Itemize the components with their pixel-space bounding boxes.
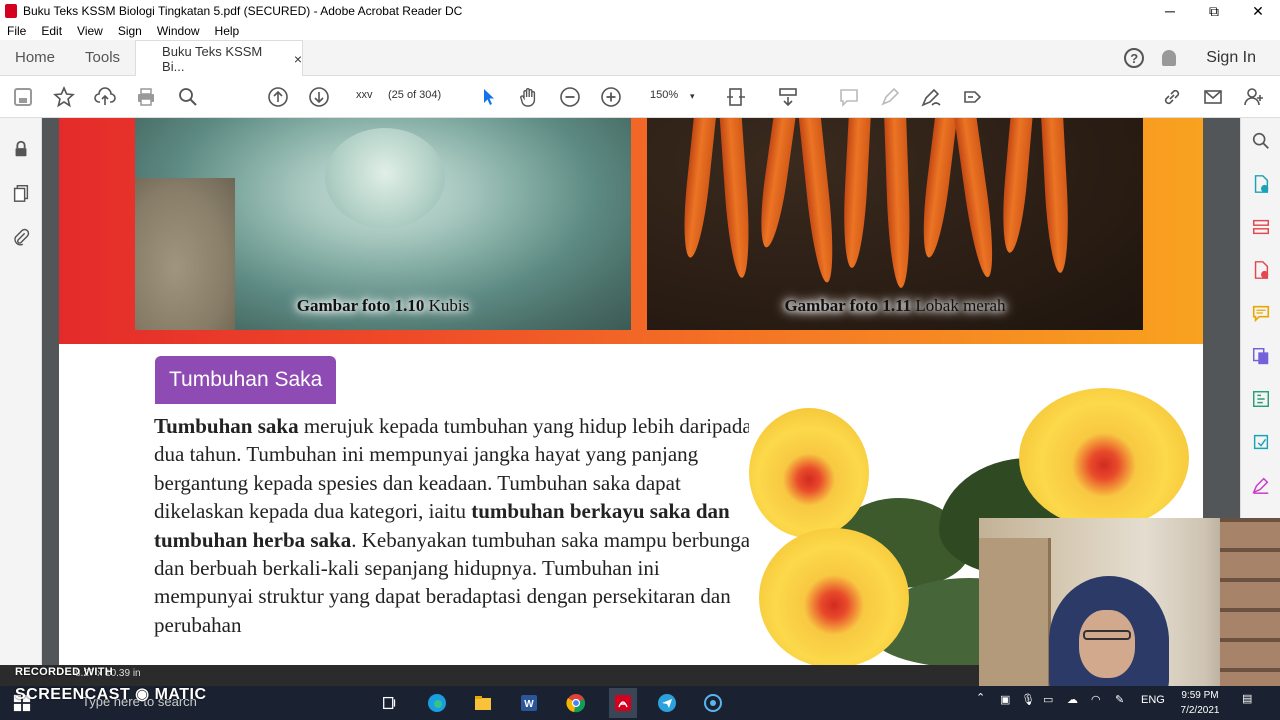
bookmark-star-icon[interactable] [52, 85, 76, 109]
minimize-button[interactable]: ─ [1148, 0, 1192, 22]
webcam-overlay [979, 518, 1280, 690]
page-thumbnails-icon[interactable] [10, 182, 32, 204]
page-fit-icon[interactable] [724, 85, 748, 109]
caption-carrot-number: Gambar foto 1.11 [784, 296, 912, 315]
tab-bar: Home Tools Buku Teks KSSM Bi... × ? Sign… [0, 40, 1280, 77]
main-toolbar: xxv (25 of 304) 150% ▾ [0, 76, 1280, 118]
close-tab-icon[interactable]: × [294, 51, 302, 67]
clock-date: 7/2/2021 [1180, 705, 1220, 716]
expand-right-panel-icon[interactable]: ◀ [1229, 398, 1237, 409]
caption-carrot-text: Lobak merah [911, 296, 1006, 315]
menu-sign[interactable]: Sign [111, 24, 150, 38]
window-title: Buku Teks KSSM Biologi Tingkatan 5.pdf (… [23, 4, 463, 18]
zoom-out-icon[interactable] [558, 85, 582, 109]
menu-view[interactable]: View [70, 24, 111, 38]
create-pdf-icon[interactable] [1250, 259, 1272, 281]
save-icon[interactable] [11, 85, 35, 109]
sign-in-button[interactable]: Sign In [1206, 49, 1256, 67]
tab-home[interactable]: Home [0, 40, 70, 76]
previous-page-icon[interactable] [266, 85, 290, 109]
menu-file[interactable]: File [0, 24, 34, 38]
wifi-icon[interactable]: ◠ [1091, 693, 1101, 706]
upload-cloud-icon[interactable] [93, 85, 117, 109]
menu-edit[interactable]: Edit [34, 24, 70, 38]
meet-now-icon[interactable]: ▣ [1000, 693, 1010, 706]
carrot-photo: Gambar foto 1.11 Lobak merah [647, 118, 1143, 330]
title-bar: Buku Teks KSSM Biologi Tingkatan 5.pdf (… [0, 0, 1280, 22]
fill-sign-icon[interactable] [960, 85, 984, 109]
edit-pdf-icon[interactable] [1250, 388, 1272, 410]
tab-tools[interactable]: Tools [70, 40, 135, 76]
organize-pages-icon[interactable] [1250, 216, 1272, 238]
hand-tool-icon[interactable] [517, 85, 541, 109]
add-user-icon[interactable] [1242, 85, 1266, 109]
comment-tool-icon[interactable] [1250, 302, 1272, 324]
lock-icon[interactable] [10, 138, 32, 160]
zoom-level-select[interactable]: 150% [650, 89, 678, 101]
language-indicator[interactable]: ENG [1141, 694, 1165, 706]
pen-workspace-icon[interactable]: ✎ [1115, 693, 1124, 706]
onedrive-icon[interactable]: ☁ [1067, 693, 1078, 706]
search-icon[interactable] [176, 85, 200, 109]
caption-cabbage-text: Kubis [424, 296, 470, 315]
chevron-down-icon[interactable]: ▾ [690, 91, 695, 102]
telegram-icon[interactable] [655, 691, 679, 715]
comment-icon[interactable] [837, 85, 861, 109]
maximize-button[interactable]: ⧉ [1192, 0, 1236, 22]
email-icon[interactable] [1201, 85, 1225, 109]
body-paragraph: Tumbuhan saka merujuk kepada tumbuhan ya… [154, 412, 754, 639]
svg-text:W: W [524, 699, 534, 710]
clock[interactable]: 9:59 PM 7/2/2021 [1174, 688, 1226, 718]
task-view-icon[interactable] [378, 691, 402, 715]
recorded-with-label: RECORDED WITH [15, 666, 114, 678]
clock-time: 9:59 PM [1181, 690, 1219, 701]
edge-browser-icon[interactable] [425, 691, 449, 715]
print-icon[interactable] [134, 85, 158, 109]
menu-window[interactable]: Window [150, 24, 208, 38]
left-nav-panel: ◀ [0, 118, 54, 665]
fill-and-sign-icon[interactable] [1250, 474, 1272, 496]
caption-carrot: Gambar foto 1.11 Lobak merah [647, 296, 1143, 316]
attachment-icon[interactable] [10, 226, 32, 248]
export-pdf-icon[interactable] [1250, 173, 1272, 195]
tray-chevron-icon[interactable]: ⌃ [976, 691, 985, 704]
help-icon[interactable]: ? [1124, 48, 1145, 68]
link-icon[interactable] [1160, 85, 1184, 109]
screencast-taskbar-icon[interactable] [701, 691, 725, 715]
photo-banner: Gambar foto 1.10 Kubis Gambar foto 1.11 … [59, 118, 1203, 344]
zoom-in-icon[interactable] [599, 85, 623, 109]
scroll-mode-icon[interactable] [776, 85, 800, 109]
word-icon[interactable]: W [517, 691, 541, 715]
term-perennial: Tumbuhan saka [154, 414, 299, 438]
screencast-logo: SCREENCAST ◉ MATIC [15, 686, 207, 703]
zoom-search-icon[interactable] [1250, 130, 1272, 152]
send-for-review-icon[interactable] [1250, 431, 1272, 453]
notification-icon[interactable]: ▤ [1242, 692, 1252, 705]
bell-icon[interactable] [1162, 50, 1177, 66]
acrobat-taskbar-icon[interactable] [609, 688, 637, 718]
menu-help[interactable]: Help [208, 24, 248, 38]
file-explorer-icon[interactable] [471, 691, 495, 715]
battery-icon[interactable]: ▭ [1043, 693, 1053, 706]
draw-tool-icon[interactable] [919, 85, 943, 109]
document-tab-label: Buku Teks KSSM Bi... [162, 44, 263, 74]
acrobat-icon [5, 4, 17, 18]
select-cursor-icon[interactable] [476, 85, 500, 109]
page-count: (25 of 304) [388, 89, 442, 101]
page-number-input[interactable]: xxv [356, 89, 373, 101]
close-window-button[interactable]: ✕ [1236, 0, 1280, 22]
combine-files-icon[interactable] [1250, 345, 1272, 367]
menu-bar: File Edit View Sign Window Help [0, 22, 1280, 40]
chrome-icon[interactable] [564, 691, 588, 715]
highlight-pen-icon[interactable] [878, 85, 902, 109]
tab-document[interactable]: Buku Teks KSSM Bi... × [135, 40, 304, 77]
caption-cabbage: Gambar foto 1.10 Kubis [135, 296, 631, 316]
next-page-icon[interactable] [307, 85, 331, 109]
cabbage-photo: Gambar foto 1.10 Kubis [135, 118, 631, 330]
section-heading: Tumbuhan Saka [155, 356, 337, 404]
microphone-icon[interactable]: 🎙 [1021, 693, 1035, 706]
caption-cabbage-number: Gambar foto 1.10 [296, 296, 425, 315]
